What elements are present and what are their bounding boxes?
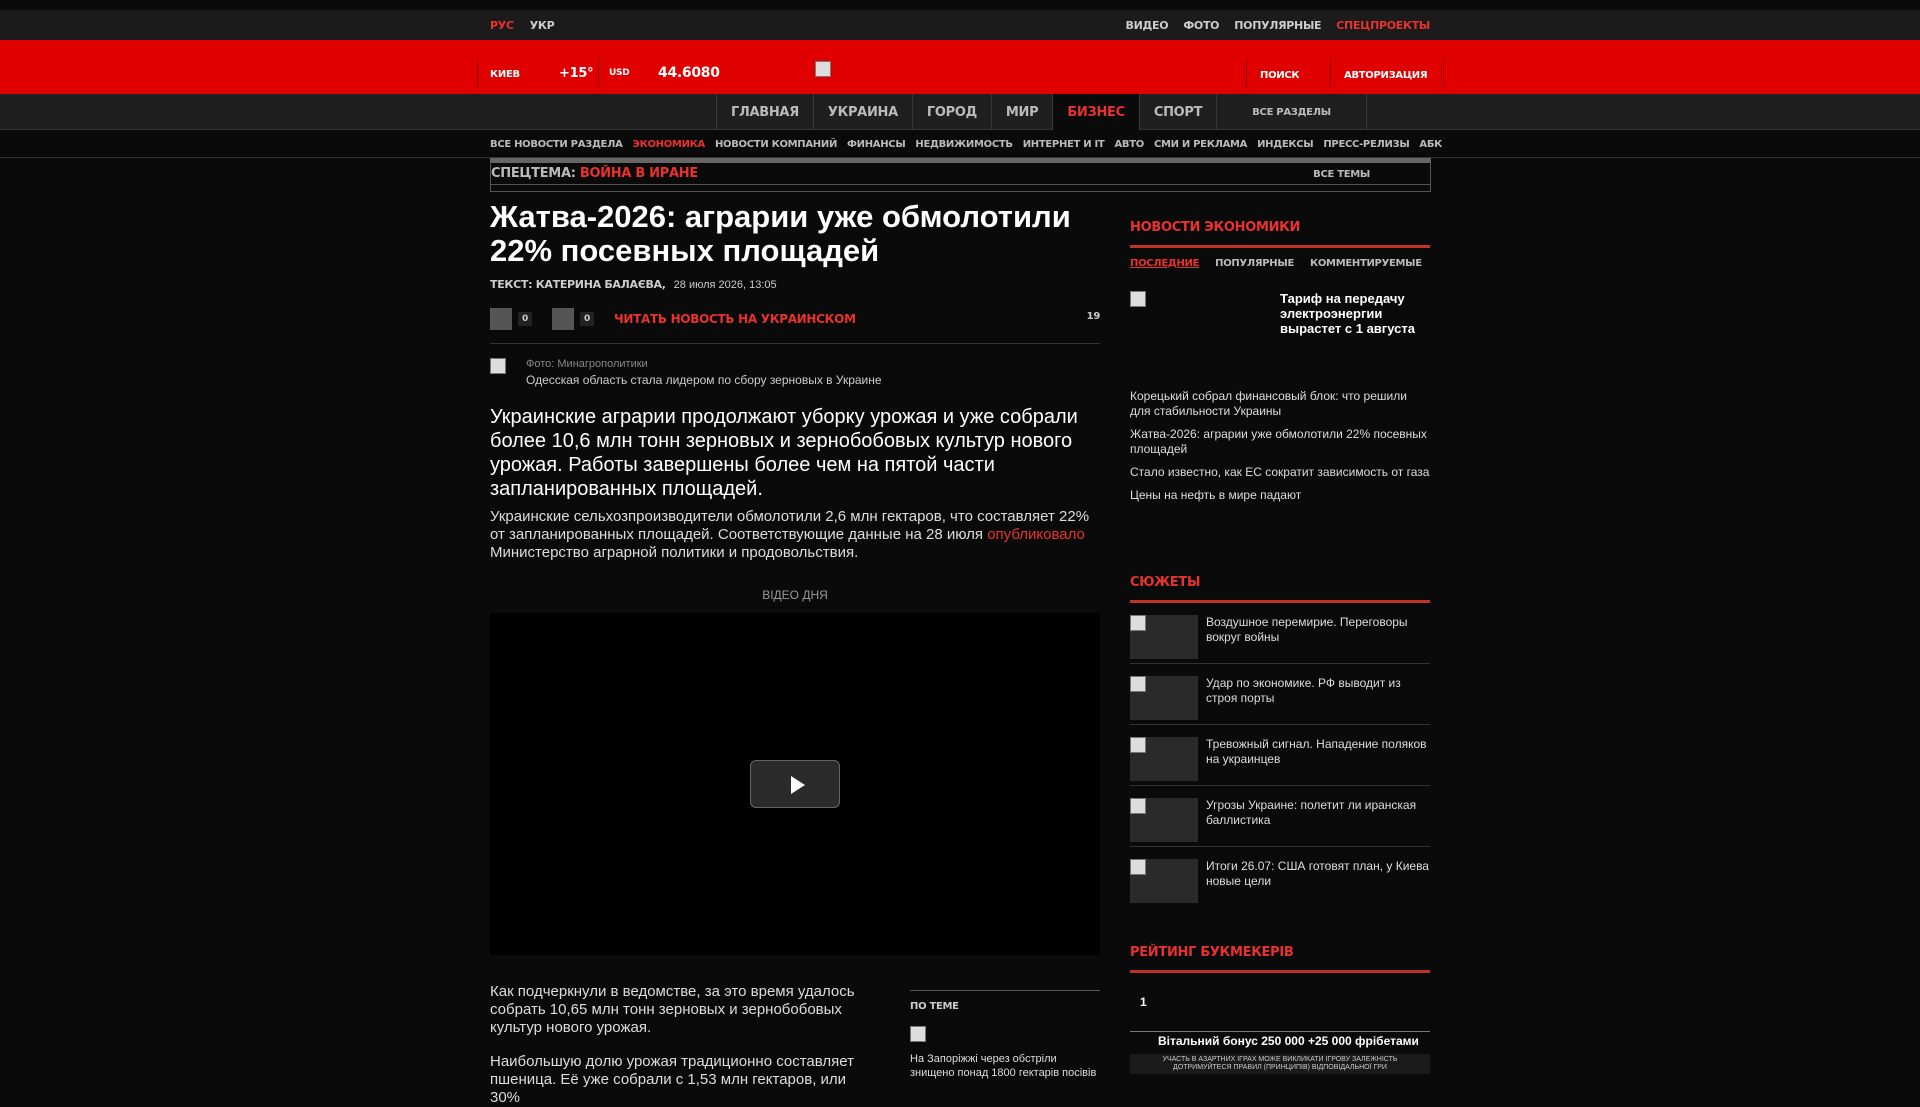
bookmakers-rating: РЕЙТИНГ БУКМЕКЕРІВ 1 Вітальний бонус 250…	[1130, 945, 1430, 1074]
top-news-item[interactable]: Тариф на передачу электроэнергии вырасте…	[1130, 291, 1430, 389]
list-item[interactable]: Цены на нефть в мире падают	[1130, 488, 1430, 503]
story-item[interactable]: Тревожный сигнал. Нападение поляков на у…	[1130, 725, 1430, 786]
subnav-press[interactable]: ПРЕСС-РЕЛИЗЫ	[1323, 139, 1409, 150]
nav-city[interactable]: ГОРОД	[911, 94, 991, 130]
lang-ru-link[interactable]: РУС	[490, 19, 514, 32]
currency-rate: 44.6080	[658, 65, 720, 81]
top-news-title[interactable]: Тариф на передачу электроэнергии вырасте…	[1280, 291, 1430, 336]
story-image-icon	[1130, 798, 1146, 814]
subnav-internet[interactable]: ИНТЕРНЕТ И IT	[1023, 139, 1105, 150]
nav-main[interactable]: ГЛАВНАЯ	[716, 94, 813, 130]
main-nav: ГЛАВНАЯ УКРАИНА ГОРОД МИР БИЗНЕС СПОРТ В…	[0, 94, 1920, 130]
special-topic-bar: СПЕЦТЕМА: ВОЙНА В ИРАНЕ ВСЕ ТЕМЫ	[490, 158, 1431, 192]
all-topics-link[interactable]: ВСЕ ТЕМЫ	[1313, 169, 1370, 180]
news-image-icon	[1130, 291, 1146, 307]
top-bar: РУС УКР ВИДЕО ФОТО ПОПУЛЯРНЫЕ СПЕЦПРОЕКТ…	[0, 10, 1920, 40]
subnav-indexes[interactable]: ИНДЕКСЫ	[1257, 139, 1314, 150]
tab-popular[interactable]: ПОПУЛЯРНЫЕ	[1215, 258, 1294, 269]
story-image-icon	[1130, 859, 1146, 875]
tab-latest[interactable]: ПОСЛЕДНИЕ	[1130, 258, 1199, 269]
special-topic-label: СПЕЦТЕМА:	[491, 166, 576, 181]
gambling-warning: УЧАСТЬ В АЗАРТНИХ ІГРАХ МОЖЕ ВИКЛИКАТИ І…	[1130, 1054, 1430, 1074]
subnav-finance[interactable]: ФИНАНСЫ	[847, 139, 906, 150]
header-bar: КИЕВ +15° USD 44.6080 ПОИСК АВТОРИЗАЦИЯ	[0, 40, 1920, 94]
currency-code: USD	[609, 68, 630, 78]
photo-credit: Фото: Минагрополитики	[526, 358, 648, 370]
weather-city: КИЕВ	[490, 68, 520, 80]
subnav-media[interactable]: СМИ И РЕКЛАМА	[1154, 139, 1247, 150]
subnav-companies[interactable]: НОВОСТИ КОМПАНИЙ	[715, 139, 837, 150]
site-logo-icon[interactable]	[815, 61, 831, 77]
nav-sport[interactable]: СПОРТ	[1138, 94, 1216, 130]
subnav-realty[interactable]: НЕДВИЖИМОСТЬ	[915, 139, 1013, 150]
dislike-count: 0	[580, 312, 594, 326]
like-icon[interactable]	[490, 308, 512, 330]
popular-link[interactable]: ПОПУЛЯРНЫЕ	[1234, 19, 1321, 32]
video-link[interactable]: ВИДЕО	[1126, 19, 1169, 32]
nav-world[interactable]: МИР	[990, 94, 1052, 130]
article-paragraph-2: Как подчеркнули в ведомстве, за это врем…	[490, 983, 855, 1036]
article-lead: Украинские аграрии продолжают уборку уро…	[490, 406, 1078, 500]
sub-nav: ВСЕ НОВОСТИ РАЗДЕЛА ЭКОНОМИКА НОВОСТИ КО…	[490, 131, 1442, 157]
stories-title: СЮЖЕТЫ	[1130, 575, 1430, 603]
comments-count[interactable]: 19	[1087, 311, 1101, 322]
photo-link[interactable]: ФОТО	[1183, 19, 1219, 32]
subnav-economy[interactable]: ЭКОНОМИКА	[633, 139, 706, 150]
related-link[interactable]: На Запоріжжі через обстріли знищено пона…	[910, 1052, 1100, 1080]
like-count: 0	[518, 312, 532, 326]
story-item[interactable]: Удар по экономике. РФ выводит из строя п…	[1130, 664, 1430, 725]
article-paragraph-3: Наибольшую долю урожая традиционно соста…	[490, 1053, 854, 1106]
list-item[interactable]: Жатва-2026: аграрии уже обмолотили 22% п…	[1130, 427, 1430, 457]
video-player[interactable]	[490, 613, 1100, 955]
bookmakers-title: РЕЙТИНГ БУКМЕКЕРІВ	[1130, 945, 1430, 973]
economy-news-title: НОВОСТИ ЭКОНОМИКИ	[1130, 220, 1430, 248]
nav-all-sections[interactable]: ВСЕ РАЗДЕЛЫ	[1216, 94, 1367, 130]
story-image-icon	[1130, 676, 1146, 692]
list-item[interactable]: Стало известно, как ЕС сократит зависимо…	[1130, 465, 1430, 480]
subnav-all[interactable]: ВСЕ НОВОСТИ РАЗДЕЛА	[490, 139, 623, 150]
published-link[interactable]: опубликовало	[987, 526, 1085, 543]
related-title: ПО ТЕМЕ	[910, 1001, 959, 1012]
story-item[interactable]: Воздушное перемирие. Переговоры вокруг в…	[1130, 603, 1430, 664]
subnav-auto[interactable]: АВТО	[1114, 139, 1144, 150]
related-image-icon[interactable]	[910, 1026, 926, 1042]
article: Жатва-2026: аграрии уже обмолотили 22% п…	[490, 199, 1100, 1106]
lang-ua-link[interactable]: УКР	[530, 19, 555, 32]
dislike-icon[interactable]	[552, 308, 574, 330]
list-item[interactable]: Корецький собрал финансовый блок: что ре…	[1130, 389, 1430, 419]
nav-business[interactable]: БИЗНЕС	[1052, 94, 1139, 130]
article-author[interactable]: ТЕКСТ: КАТЕРИНА БАЛАЄВА,	[490, 278, 666, 291]
nav-ukraine[interactable]: УКРАИНА	[812, 94, 912, 130]
story-image-icon	[1130, 615, 1146, 631]
special-topic-link[interactable]: ВОЙНА В ИРАНЕ	[580, 166, 698, 181]
story-item[interactable]: Угрозы Украине: полетит ли иранская балл…	[1130, 786, 1430, 847]
subnav-abk[interactable]: АБК	[1419, 139, 1442, 150]
article-title: Жатва-2026: аграрии уже обмолотили 22% п…	[490, 199, 1071, 268]
read-ukrainian-link[interactable]: ЧИТАТЬ НОВОСТЬ НА УКРАИНСКОМ	[614, 312, 856, 326]
photo-image-icon	[490, 358, 506, 374]
video-day-label: ВІДЕО ДНЯ	[762, 588, 828, 602]
article-date: 28 июля 2026, 13:05	[673, 278, 777, 291]
bonus-banner[interactable]: Вітальний бонус 250 000 +25 000 фрібетам…	[1130, 1031, 1430, 1048]
special-projects-link[interactable]: СПЕЦПРОЕКТЫ	[1336, 19, 1430, 32]
play-icon[interactable]	[750, 760, 840, 808]
article-paragraph-1: Украинские сельхозпроизводители обмолоти…	[490, 508, 1090, 561]
weather-temp: +15°	[559, 65, 594, 81]
story-image-icon	[1130, 737, 1146, 753]
sidebar: НОВОСТИ ЭКОНОМИКИ ПОСЛЕДНИЕ ПОПУЛЯРНЫЕ К…	[1130, 220, 1430, 1074]
related-block: ПО ТЕМЕ На Запоріжжі через обстріли знищ…	[910, 990, 1100, 1080]
photo-caption: Одесская область стала лидером по сбору …	[526, 373, 882, 387]
story-item[interactable]: Итоги 26.07: США готовят план, у Киева н…	[1130, 847, 1430, 908]
bonus-text: Вітальний бонус 250 000 +25 000 фрібетам…	[1158, 1034, 1419, 1048]
tab-commented[interactable]: КОММЕНТИРУЕМЫЕ	[1310, 258, 1422, 269]
rating-position: 1	[1140, 995, 1147, 1009]
